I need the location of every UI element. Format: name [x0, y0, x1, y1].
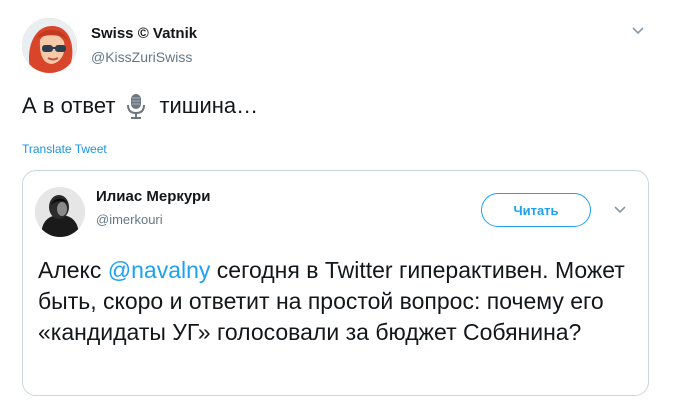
quoted-tweet[interactable]: Илиас Меркури @imerkouri Читать Алекс @n… [22, 170, 649, 396]
tweet-text-after: тишина… [159, 93, 259, 118]
quoted-text-prefix: Алекс [38, 257, 108, 283]
avatar-photo [35, 187, 85, 237]
author-handle[interactable]: @KissZuriSwiss [91, 49, 192, 65]
author-avatar[interactable] [22, 18, 77, 73]
translate-tweet-link[interactable]: Translate Tweet [22, 142, 107, 156]
tweet-text-before: А в ответ [22, 93, 116, 118]
avatar-illustration [22, 18, 77, 73]
author-name[interactable]: Swiss © Vatnik [91, 25, 197, 42]
quoted-tweet-text: Алекс @navalny сегодня в Twitter гиперак… [38, 255, 643, 348]
chevron-down-icon[interactable] [631, 26, 645, 36]
quoted-author-handle[interactable]: @imerkouri [96, 212, 163, 227]
chevron-down-icon[interactable] [613, 205, 627, 215]
tweet-text: А в ответ тишина… [22, 93, 258, 119]
follow-button[interactable]: Читать [481, 193, 591, 227]
mention-link[interactable]: @navalny [108, 257, 211, 283]
tweet-card: Swiss © Vatnik @KissZuriSwiss А в ответ … [0, 0, 675, 412]
quoted-author-avatar[interactable] [35, 187, 85, 237]
microphone-icon [127, 94, 146, 119]
quoted-author-name[interactable]: Илиас Меркури [96, 188, 210, 205]
